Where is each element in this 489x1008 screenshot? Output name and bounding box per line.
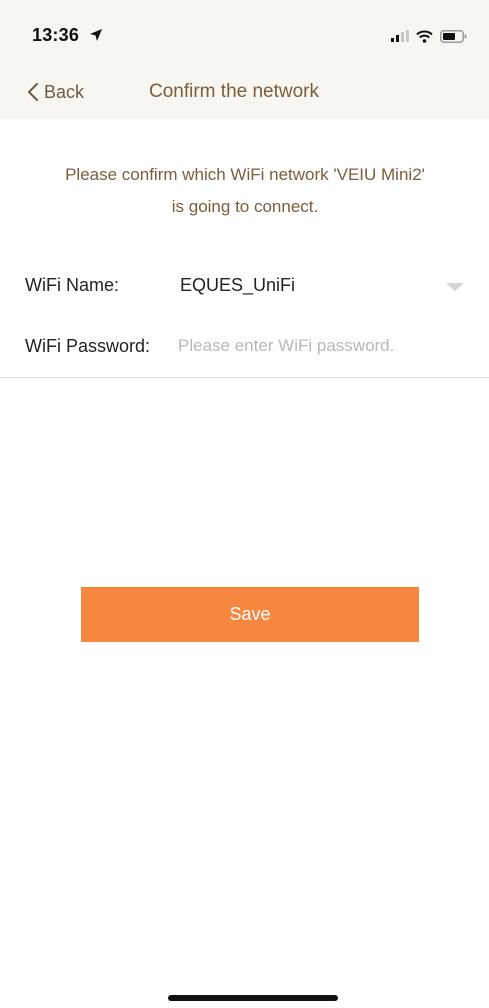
instruction-line-1: Please confirm which WiFi network 'VEIU …	[65, 165, 425, 184]
back-label: Back	[44, 81, 85, 102]
wifi-name-value: EQUES_UniFi	[180, 275, 296, 295]
header-area: 13:36 Back Confirm the network	[0, 0, 489, 120]
back-button[interactable]: Back	[26, 78, 84, 106]
navigation-bar: Back Confirm the network	[0, 70, 489, 116]
wifi-icon	[416, 30, 433, 43]
home-indicator	[168, 995, 338, 1001]
wifi-name-row[interactable]: WiFi Name: EQUES_UniFi	[0, 255, 489, 317]
wifi-name-label: WiFi Name:	[25, 275, 119, 295]
instruction-line-2: is going to connect.	[171, 197, 319, 216]
dropdown-arrow-icon[interactable]	[445, 282, 465, 292]
wifi-confirm-screen: 13:36 Back Confirm the network Please co…	[0, 0, 489, 1008]
wifi-password-label: WiFi Password:	[25, 336, 151, 356]
wifi-password-input[interactable]	[178, 330, 468, 362]
cellular-signal-icon	[391, 30, 409, 42]
page-title: Confirm the network	[149, 81, 320, 102]
status-time: 13:36	[32, 25, 80, 45]
instruction-text: Please confirm which WiFi network 'VEIU …	[6, 159, 484, 223]
status-icons	[391, 28, 467, 44]
instruction-section: Please confirm which WiFi network 'VEIU …	[0, 119, 489, 256]
location-arrow-icon	[90, 29, 102, 41]
status-bar: 13:36	[0, 0, 489, 70]
save-button[interactable]: Save	[81, 587, 419, 642]
battery-icon	[440, 29, 467, 43]
wifi-password-row: WiFi Password:	[0, 316, 489, 378]
chevron-left-icon	[28, 83, 38, 101]
